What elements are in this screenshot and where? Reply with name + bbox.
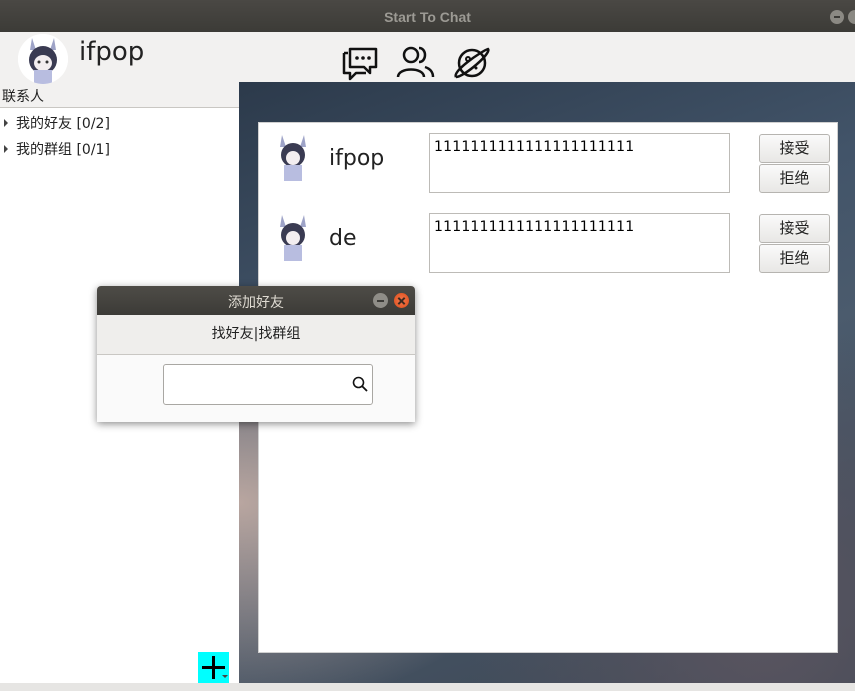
reject-button[interactable]: 拒绝 (759, 244, 830, 273)
dialog-minimize-button[interactable] (373, 293, 388, 308)
minimize-button[interactable] (830, 10, 844, 24)
search-icon[interactable] (352, 376, 368, 392)
contacts-heading: 联系人 (0, 86, 239, 108)
dialog-title: 添加好友 (228, 295, 284, 311)
request-name: de (329, 226, 357, 251)
dialog-tabs[interactable]: 找好友|找群组 (97, 315, 415, 355)
request-message: 1111111111111111111111 (429, 213, 730, 273)
request-avatar (276, 133, 310, 183)
bottom-bar (0, 683, 855, 691)
user-avatar[interactable] (18, 34, 68, 84)
request-avatar (276, 213, 310, 263)
window-titlebar: Start To Chat (0, 0, 855, 32)
request-message: 1111111111111111111111 (429, 133, 730, 193)
tree-item-groups[interactable]: 我的群组 [0/1] (4, 140, 110, 160)
accept-button[interactable]: 接受 (759, 214, 830, 243)
window-title: Start To Chat (384, 9, 471, 25)
accept-button[interactable]: 接受 (759, 134, 830, 163)
expand-arrow-icon[interactable] (4, 145, 8, 153)
request-name: ifpop (329, 146, 385, 171)
contacts-icon[interactable] (395, 43, 435, 81)
planet-icon[interactable] (452, 43, 492, 81)
search-input[interactable] (163, 364, 373, 405)
chat-bubbles-icon[interactable] (340, 43, 380, 81)
tree-item-label: 我的群组 [0/1] (16, 142, 110, 158)
tree-item-friends[interactable]: 我的好友 [0/2] (4, 114, 110, 134)
close-button[interactable] (848, 10, 855, 24)
add-button[interactable] (198, 652, 229, 683)
dialog-titlebar[interactable]: 添加好友 (97, 286, 415, 315)
username: ifpop (79, 37, 145, 67)
dialog-close-button[interactable] (394, 293, 409, 308)
tree-item-label: 我的好友 [0/2] (16, 116, 110, 132)
add-friend-dialog: 添加好友 找好友|找群组 (97, 286, 415, 422)
expand-arrow-icon[interactable] (4, 119, 8, 127)
dropdown-arrow-icon (222, 675, 228, 678)
reject-button[interactable]: 拒绝 (759, 164, 830, 193)
